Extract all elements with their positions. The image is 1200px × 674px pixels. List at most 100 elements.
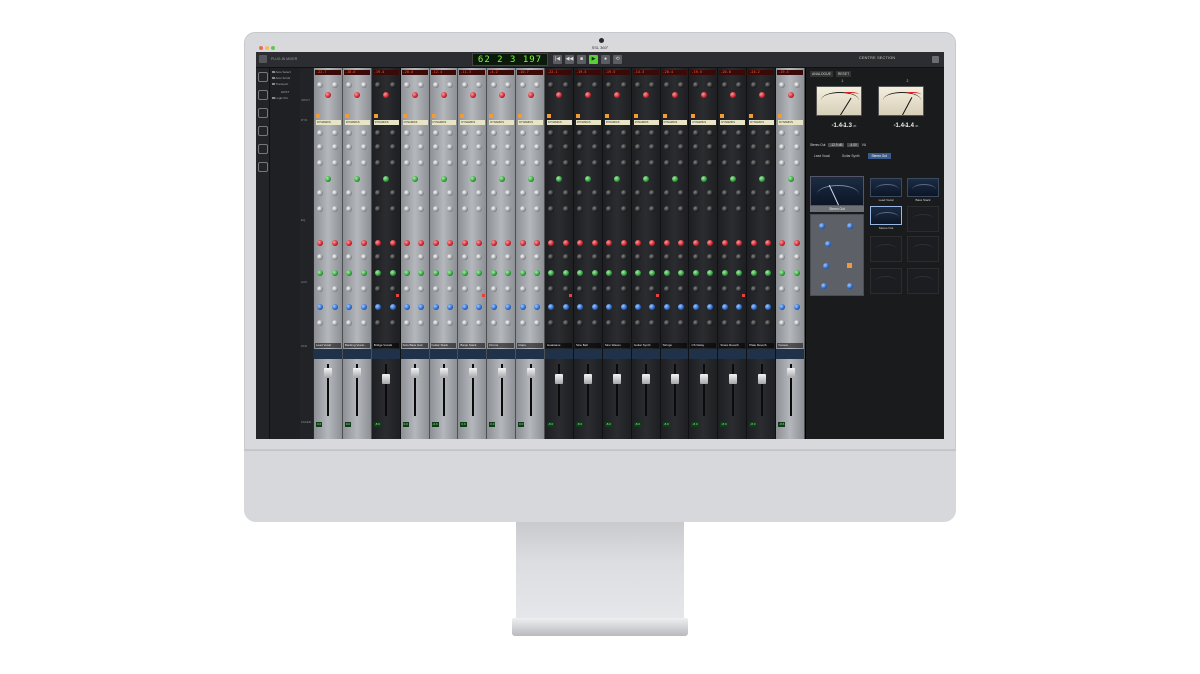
rotary-knob[interactable] [620,286,627,292]
rotary-knob[interactable] [678,270,685,276]
rotary-knob[interactable] [649,82,656,88]
rotary-knob[interactable] [649,190,656,196]
dynamics-label[interactable]: DYNAMICS [547,120,572,125]
volume-fader[interactable] [555,374,564,384]
rotary-knob[interactable] [577,320,584,326]
volume-fader[interactable] [324,368,333,378]
rotary-knob[interactable] [505,190,512,196]
rotary-knob[interactable] [765,286,772,292]
rotary-knob[interactable] [787,92,794,98]
rotary-knob[interactable] [562,190,569,196]
rotary-knob[interactable] [469,176,476,182]
control-knob[interactable] [825,241,831,247]
rotary-knob[interactable] [736,160,743,166]
output-mode[interactable]: VU [862,143,866,147]
solo-led[interactable] [568,294,572,297]
rotary-knob[interactable] [707,82,714,88]
rotary-knob[interactable] [606,240,613,246]
rotary-knob[interactable] [620,82,627,88]
rotary-knob[interactable] [779,160,786,166]
rotary-knob[interactable] [606,270,613,276]
rotary-knob[interactable] [692,160,699,166]
rotary-knob[interactable] [389,82,396,88]
output-name[interactable]: Stereo Out [810,143,825,147]
rotary-knob[interactable] [375,304,382,310]
rotary-knob[interactable] [620,130,627,136]
rotary-knob[interactable] [476,160,483,166]
rotary-knob[interactable] [750,82,757,88]
rotary-knob[interactable] [663,130,670,136]
volume-fader[interactable] [353,368,362,378]
rotary-knob[interactable] [591,82,598,88]
rotary-knob[interactable] [461,254,468,260]
rotary-knob[interactable] [375,270,382,276]
dynamics-label[interactable]: DYNAMICS [604,120,630,125]
dynamics-label[interactable]: DYNAMICS [518,120,544,125]
rotary-knob[interactable] [418,304,425,310]
rotary-knob[interactable] [389,160,396,166]
rotary-knob[interactable] [736,82,743,88]
rotary-knob[interactable] [750,320,757,326]
rotary-knob[interactable] [317,304,324,310]
rotary-knob[interactable] [403,206,410,212]
dynamics-label[interactable]: DYNAMICS [431,120,457,125]
rotary-knob[interactable] [707,286,714,292]
empty-meter-slot[interactable] [870,268,902,294]
rotary-knob[interactable] [490,304,497,310]
rotary-knob[interactable] [678,304,685,310]
rotary-knob[interactable] [721,304,728,310]
rotary-knob[interactable] [663,270,670,276]
rotary-knob[interactable] [447,206,454,212]
transport-toggle[interactable]: Transport [272,82,298,86]
rotary-knob[interactable] [678,206,685,212]
auto-select-toggle[interactable]: Auto Select [272,70,298,74]
tab-lead-vocal[interactable]: Lead Vocal [810,153,834,159]
insert-indicator[interactable] [518,114,523,118]
rotary-knob[interactable] [614,176,621,182]
rotary-knob[interactable] [490,270,497,276]
rotary-knob[interactable] [736,286,743,292]
rotary-knob[interactable] [793,270,800,276]
rotary-knob[interactable] [519,270,526,276]
rotary-knob[interactable] [721,130,728,136]
solo-led[interactable] [655,294,659,297]
rotary-knob[interactable] [678,240,685,246]
rotary-knob[interactable] [663,82,670,88]
rotary-knob[interactable] [418,286,425,292]
rotary-knob[interactable] [331,304,338,310]
insert-indicator[interactable] [604,114,609,118]
insert-indicator[interactable] [691,114,696,118]
rotary-knob[interactable] [692,254,699,260]
rotary-knob[interactable] [548,320,555,326]
rotary-knob[interactable] [779,304,786,310]
rotary-knob[interactable] [375,206,382,212]
control-knob[interactable] [821,283,827,289]
dynamics-label[interactable]: DYNAMICS [691,120,717,125]
volume-fader[interactable] [757,374,766,384]
rotary-knob[interactable] [498,92,505,98]
rotary-knob[interactable] [533,270,540,276]
rotary-knob[interactable] [447,254,454,260]
rotary-knob[interactable] [779,270,786,276]
rotary-knob[interactable] [505,320,512,326]
rotary-knob[interactable] [793,130,800,136]
insert-indicator[interactable] [662,114,667,118]
dynamics-label[interactable]: DYNAMICS [344,120,370,125]
rotary-knob[interactable] [779,254,786,260]
rotary-knob[interactable] [562,160,569,166]
rotary-knob[interactable] [591,190,598,196]
rotary-knob[interactable] [562,240,569,246]
rotary-knob[interactable] [418,240,425,246]
rotary-knob[interactable] [447,190,454,196]
rotary-knob[interactable] [649,270,656,276]
dynamics-label[interactable]: DYNAMICS [489,120,515,125]
rotary-knob[interactable] [331,240,338,246]
rotary-knob[interactable] [750,286,757,292]
rotary-knob[interactable] [432,82,439,88]
rotary-knob[interactable] [765,82,772,88]
settings-icon[interactable] [932,56,939,63]
rotary-knob[interactable] [346,130,353,136]
channel-name[interactable]: Vocaux [777,343,803,348]
rotary-knob[interactable] [331,190,338,196]
rotary-knob[interactable] [649,160,656,166]
